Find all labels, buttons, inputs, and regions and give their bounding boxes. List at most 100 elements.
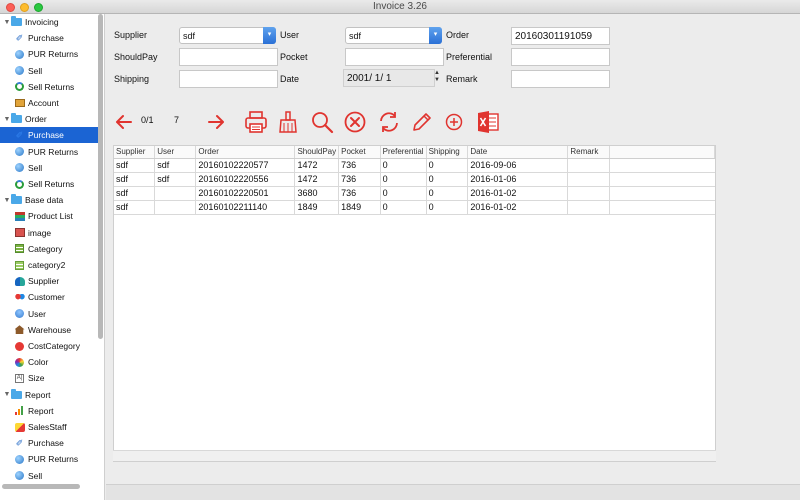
sidebar-item-product-list[interactable]: Product List [0, 208, 98, 224]
sidebar-item-pur-returns[interactable]: PUR Returns [0, 46, 98, 62]
excel-export-icon[interactable] [475, 108, 501, 136]
table-cell-pocket[interactable]: 1849 [338, 200, 381, 215]
sidebar-item-salesstaff[interactable]: SalesStaff [0, 419, 98, 435]
column-header-order[interactable]: Order [195, 146, 296, 159]
sidebar-item-pur-returns[interactable]: PUR Returns [0, 451, 98, 467]
disclosure-triangle-icon[interactable]: ▼ [3, 391, 11, 398]
sidebar-item-color[interactable]: Color [0, 354, 98, 370]
table-cell-order[interactable]: 20160102220556 [195, 172, 296, 187]
table-cell-shouldpay[interactable]: 1472 [294, 158, 340, 173]
pocket-input[interactable] [345, 48, 444, 66]
sidebar-item-supplier[interactable]: Supplier [0, 273, 98, 289]
sidebar-item-sell-returns[interactable]: Sell Returns [0, 176, 98, 192]
sidebar-item-category2[interactable]: category2 [0, 257, 98, 273]
disclosure-triangle-icon[interactable]: ▼ [3, 19, 11, 26]
table-cell-order[interactable]: 20160102211140 [195, 200, 296, 215]
sidebar-item-size[interactable]: A| Size [0, 370, 98, 386]
sidebar-item-costcategory[interactable]: CostCategory [0, 338, 98, 354]
column-header-shipping[interactable]: Shipping [426, 146, 469, 159]
table-row[interactable]: sdf 20160102220501 3680 736 0 0 2016-01-02 [114, 186, 715, 201]
table-cell-date[interactable]: 2016-01-06 [467, 172, 569, 187]
next-arrow-icon[interactable] [204, 108, 228, 136]
sidebar-group-report[interactable]: ▼ Report [0, 387, 98, 403]
table-cell-order[interactable]: 20160102220501 [195, 186, 296, 201]
sidebar-item-account[interactable]: Account [0, 95, 98, 111]
supplier-select[interactable]: sdf ▾ [179, 27, 276, 44]
table-cell-shouldpay[interactable]: 1849 [294, 200, 340, 215]
preferential-input[interactable] [511, 48, 610, 66]
delete-icon[interactable] [342, 108, 368, 136]
table-cell-preferential[interactable]: 0 [380, 186, 427, 201]
sidebar-item-sell[interactable]: Sell [0, 63, 98, 79]
table-cell-user[interactable]: sdf [154, 172, 197, 187]
sidebar-tree[interactable]: ▼ Invoicing ✐ Purchase PUR Returns Sell Sell R… [0, 14, 105, 500]
table-cell-supplier[interactable]: sdf [114, 200, 156, 215]
table-cell-pocket[interactable]: 736 [338, 172, 381, 187]
sidebar-item-purchase[interactable]: ✐ Purchase [0, 127, 98, 144]
table-row[interactable]: sdf sdf 20160102220556 1472 736 0 0 2016-01-06 [114, 172, 715, 187]
refresh-icon[interactable] [376, 108, 402, 136]
table-cell-remark[interactable] [567, 186, 610, 201]
sidebar-item-sell[interactable]: Sell [0, 468, 98, 484]
sidebar-item-sell-returns[interactable]: Sell Returns [0, 79, 98, 95]
table-cell-user[interactable] [154, 200, 197, 215]
column-header-date[interactable]: Date [467, 146, 569, 159]
column-header-supplier[interactable]: Supplier [114, 146, 156, 159]
table-cell-user[interactable]: sdf [154, 158, 197, 173]
table-cell-shipping[interactable]: 0 [426, 158, 469, 173]
table-cell-remark[interactable] [567, 200, 610, 215]
table-cell-shouldpay[interactable]: 1472 [294, 172, 340, 187]
sidebar-group-invoicing[interactable]: ▼ Invoicing [0, 14, 98, 30]
table-cell-pocket[interactable]: 736 [338, 158, 381, 173]
sidebar-item-user[interactable]: User [0, 306, 98, 322]
sidebar-item-pur-returns[interactable]: PUR Returns [0, 144, 98, 160]
table-row[interactable]: sdf 20160102211140 1849 1849 0 0 2016-01-02 [114, 200, 715, 215]
add-icon[interactable] [442, 108, 466, 136]
table-cell-date[interactable]: 2016-01-02 [467, 200, 569, 215]
user-select[interactable]: sdf ▾ [345, 27, 442, 44]
order-input[interactable] [511, 27, 610, 45]
clear-broom-icon[interactable] [275, 108, 301, 136]
shipping-input[interactable] [179, 70, 278, 88]
table-cell-remark[interactable] [567, 172, 610, 187]
table-cell-supplier[interactable]: sdf [114, 186, 156, 201]
search-icon[interactable] [309, 108, 335, 136]
disclosure-triangle-icon[interactable]: ▼ [3, 197, 11, 204]
table-cell-user[interactable] [154, 186, 197, 201]
sidebar-item-image[interactable]: image [0, 225, 98, 241]
shouldpay-input[interactable] [179, 48, 278, 66]
sidebar-item-sell[interactable]: Sell [0, 160, 98, 176]
table-cell-shipping[interactable]: 0 [426, 172, 469, 187]
column-header-remark[interactable]: Remark [567, 146, 610, 159]
table-cell-preferential[interactable]: 0 [380, 172, 427, 187]
table-cell-pocket[interactable]: 736 [338, 186, 381, 201]
table-cell-supplier[interactable]: sdf [114, 158, 156, 173]
order-table[interactable]: Supplier User Order ShouldPay Pocket Preferen… [113, 145, 716, 462]
column-header-user[interactable]: User [154, 146, 197, 159]
table-cell-order[interactable]: 20160102220577 [195, 158, 296, 173]
table-cell-date[interactable]: 2016-01-02 [467, 186, 569, 201]
sidebar-group-base-data[interactable]: ▼ Base data [0, 192, 98, 208]
sidebar-item-purchase[interactable]: ✐ Purchase [0, 30, 98, 46]
date-stepper[interactable]: ▲ ▼ [433, 70, 441, 86]
column-header-shouldpay[interactable]: ShouldPay [294, 146, 340, 159]
sidebar-item-category[interactable]: Category [0, 241, 98, 257]
table-cell-preferential[interactable]: 0 [380, 200, 427, 215]
table-cell-supplier[interactable]: sdf [114, 172, 156, 187]
table-row[interactable]: sdf sdf 20160102220577 1472 736 0 0 2016-09-06 [114, 158, 715, 173]
remark-input[interactable] [511, 70, 610, 88]
sidebar-item-report[interactable]: Report [0, 403, 98, 419]
table-cell-preferential[interactable]: 0 [380, 158, 427, 173]
sidebar-vertical-scrollbar[interactable] [98, 14, 103, 339]
table-cell-shouldpay[interactable]: 3680 [294, 186, 340, 201]
column-header-pocket[interactable]: Pocket [338, 146, 381, 159]
sidebar-horizontal-scrollbar[interactable] [2, 484, 80, 489]
sidebar-item-warehouse[interactable]: Warehouse [0, 322, 98, 338]
table-cell-remark[interactable] [567, 158, 610, 173]
column-header-preferential[interactable]: Preferential [380, 146, 427, 159]
sidebar-item-customer[interactable]: Customer [0, 289, 98, 305]
print-icon[interactable] [243, 108, 269, 136]
prev-arrow-icon[interactable] [112, 108, 136, 136]
sidebar-item-purchase[interactable]: ✐ Purchase [0, 435, 98, 451]
edit-pencil-icon[interactable] [409, 108, 435, 136]
